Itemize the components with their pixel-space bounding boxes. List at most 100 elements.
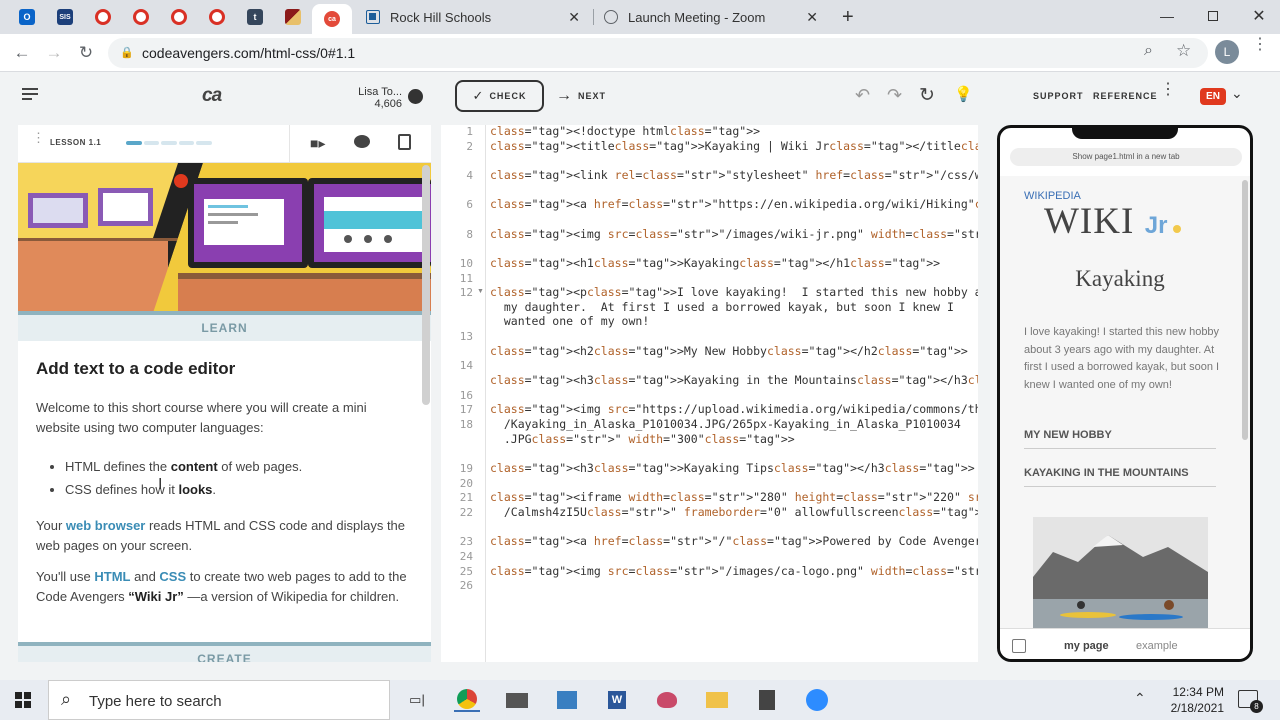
web-browser-link[interactable]: web browser bbox=[66, 518, 145, 533]
codeavengers-icon: ca bbox=[324, 11, 340, 27]
more-options-icon[interactable]: ⋮ bbox=[1160, 82, 1176, 98]
close-icon[interactable]: ✕ bbox=[568, 9, 580, 26]
task-view-icon[interactable]: ▭| bbox=[404, 688, 430, 712]
browser-menu-icon[interactable]: ⋮ bbox=[1252, 37, 1268, 53]
line-number: 26 bbox=[459, 579, 473, 593]
code-avengers-logo[interactable]: ca bbox=[202, 85, 222, 107]
user-info[interactable]: Lisa To... 4,606 bbox=[340, 86, 402, 110]
globe-icon bbox=[604, 10, 618, 24]
code-line[interactable]: .JPGclass="str">" width="300"class="tag"… bbox=[490, 432, 795, 446]
zoom-magnifier-icon[interactable]: ⌕ bbox=[1144, 42, 1153, 60]
show-new-tab-link[interactable]: Show page1.html in a new tab bbox=[1010, 148, 1242, 166]
undo-icon[interactable]: ↶ bbox=[855, 85, 870, 106]
list-item: HTML defines the content of web pages. bbox=[65, 455, 405, 478]
mail-icon[interactable] bbox=[504, 688, 530, 712]
line-number: 23 bbox=[459, 535, 473, 549]
profile-avatar[interactable]: L bbox=[1215, 40, 1239, 64]
code-line[interactable]: class="tag"><iframe width=class="str">"2… bbox=[490, 490, 978, 504]
minimize-icon[interactable]: — bbox=[1144, 0, 1190, 32]
paint-icon[interactable] bbox=[654, 688, 680, 712]
forward-arrow-icon[interactable]: → bbox=[42, 41, 66, 65]
teams-icon[interactable] bbox=[554, 688, 580, 712]
code-line[interactable]: class="tag"><img src=class="str">"/image… bbox=[490, 564, 978, 578]
chevron-down-icon[interactable]: ⌄ bbox=[1231, 85, 1243, 102]
code-line[interactable]: class="tag"><!doctype htmlclass="tag">> bbox=[490, 125, 760, 138]
code-line[interactable]: class="tag"><h2class="tag">>My New Hobby… bbox=[490, 344, 968, 358]
pinned-tab-3[interactable] bbox=[162, 4, 196, 30]
preview-paragraph: I love kayaking! I started this new hobb… bbox=[1024, 326, 1220, 391]
code-line[interactable]: class="tag"><a href=class="str">"https:/… bbox=[490, 197, 978, 211]
reference-link[interactable]: REFERENCE bbox=[1093, 91, 1158, 101]
window-close-icon[interactable]: ✕ bbox=[1236, 0, 1280, 32]
code-line[interactable]: class="tag"><pclass="tag">>I love kayaki… bbox=[490, 285, 978, 299]
pinned-tab-flag[interactable] bbox=[276, 4, 310, 30]
hamburger-menu-icon[interactable] bbox=[22, 88, 38, 100]
tab-title: Rock Hill Schools bbox=[390, 9, 492, 25]
code-line[interactable]: class="tag"><h3class="tag">>Kayaking Tip… bbox=[490, 461, 975, 475]
code-editor[interactable]: 1 2 4 6 8 10 11 12 13 14 16 17 18 19 20 21 22 23 24 25 26 cl… bbox=[441, 125, 978, 662]
html-link[interactable]: HTML bbox=[94, 569, 130, 584]
pinned-tab-2[interactable] bbox=[124, 4, 158, 30]
support-link[interactable]: SUPPORT bbox=[1033, 91, 1084, 101]
address-bar[interactable]: 🔒 codeavengers.com/html-css/0#1.1 ⌕ ☆ bbox=[108, 38, 1208, 68]
taskbar-search-box[interactable]: ⌕ Type here to search bbox=[48, 680, 390, 720]
code-line[interactable]: /Calmsh4zI5Uclass="str">" frameborder="0… bbox=[490, 505, 978, 519]
code-line[interactable]: my daughter. At first I used a borrowed … bbox=[490, 300, 954, 314]
pinned-tab-sis[interactable]: SIS bbox=[48, 4, 82, 30]
pinned-tab-1[interactable] bbox=[86, 4, 120, 30]
next-button[interactable]: → NEXT bbox=[556, 87, 606, 105]
code-line[interactable]: class="tag"><titleclass="tag">>Kayaking … bbox=[490, 139, 978, 153]
windows-start-icon[interactable] bbox=[15, 692, 31, 708]
restore-icon[interactable] bbox=[1190, 0, 1236, 32]
video-camera-icon[interactable]: ■▸ bbox=[310, 135, 325, 152]
code-line[interactable]: class="tag"><link rel=class="str">"style… bbox=[490, 168, 978, 182]
tab-zoom[interactable]: Launch Meeting - Zoom ✕ bbox=[594, 2, 830, 32]
pinned-tab-tumblr[interactable]: t bbox=[238, 4, 272, 30]
code-line[interactable]: class="tag"><img src="https://upload.wik… bbox=[490, 402, 978, 416]
word-icon[interactable]: W bbox=[604, 688, 630, 712]
code-line[interactable]: wanted one of my own! bbox=[490, 314, 649, 328]
clock[interactable]: 12:34 PM 2/18/2021 bbox=[1160, 684, 1224, 716]
code-line[interactable]: class="tag"><img src=class="str">"/image… bbox=[490, 227, 978, 241]
pinned-tab-outlook[interactable]: O bbox=[10, 4, 44, 30]
reload-icon[interactable]: ↻ bbox=[74, 41, 98, 65]
language-selector[interactable]: EN bbox=[1200, 88, 1226, 105]
lesson-scrollbar[interactable] bbox=[422, 165, 430, 405]
code-line[interactable]: /Kayaking_in_Alaska_P1010034.JPG/265px-K… bbox=[490, 417, 961, 431]
check-button[interactable]: ✓ CHECK bbox=[455, 80, 544, 112]
css-link[interactable]: CSS bbox=[159, 569, 186, 584]
tab-code-avengers-active[interactable]: ca bbox=[312, 4, 352, 34]
chat-bubble-icon[interactable] bbox=[354, 135, 370, 148]
zoom-icon[interactable] bbox=[804, 688, 830, 712]
split-view-icon[interactable] bbox=[1012, 639, 1026, 653]
browser-toolbar: ← → ↻ 🔒 codeavengers.com/html-css/0#1.1 … bbox=[0, 34, 1280, 72]
code-line[interactable]: class="tag"><h1class="tag">>Kayakingclas… bbox=[490, 256, 940, 270]
calculator-icon[interactable] bbox=[754, 688, 780, 712]
line-number: 14 bbox=[459, 359, 473, 373]
back-arrow-icon[interactable]: ← bbox=[10, 41, 34, 65]
preview-scrollbar[interactable] bbox=[1242, 180, 1248, 440]
clock-date: 2/18/2021 bbox=[1170, 701, 1224, 715]
drag-handle-icon[interactable]: ⋮ bbox=[32, 131, 45, 144]
code-line[interactable]: class="tag"><h3class="tag">>Kayaking in … bbox=[490, 373, 978, 387]
notes-document-icon[interactable] bbox=[398, 134, 411, 150]
chrome-taskbar-icon[interactable] bbox=[454, 688, 480, 712]
notification-icon[interactable]: 8 bbox=[1238, 690, 1263, 713]
hint-lightbulb-icon[interactable]: 💡 bbox=[954, 85, 973, 103]
tab-example[interactable]: example bbox=[1136, 640, 1178, 652]
new-tab-plus-icon[interactable]: + bbox=[842, 6, 854, 29]
user-avatar-icon[interactable] bbox=[408, 89, 423, 104]
close-icon[interactable]: ✕ bbox=[806, 9, 818, 26]
code-line[interactable]: class="tag"><a href=class="str">"/"class… bbox=[490, 534, 978, 548]
fold-arrow-icon[interactable]: ▼ bbox=[477, 288, 484, 295]
redo-icon[interactable]: ↷ bbox=[887, 85, 902, 106]
user-name: Lisa To... bbox=[358, 86, 402, 98]
chevron-up-icon[interactable]: ⌃ bbox=[1134, 690, 1146, 707]
bullet-text: . bbox=[212, 482, 217, 497]
pinned-tab-4[interactable] bbox=[200, 4, 234, 30]
tab-my-page[interactable]: my page bbox=[1064, 640, 1109, 652]
bookmark-star-icon[interactable]: ☆ bbox=[1176, 41, 1191, 61]
file-explorer-icon[interactable] bbox=[704, 688, 730, 712]
reset-icon[interactable]: ↻ bbox=[919, 84, 935, 107]
tab-rock-hill-schools[interactable]: Rock Hill Schools ✕ bbox=[356, 2, 592, 32]
